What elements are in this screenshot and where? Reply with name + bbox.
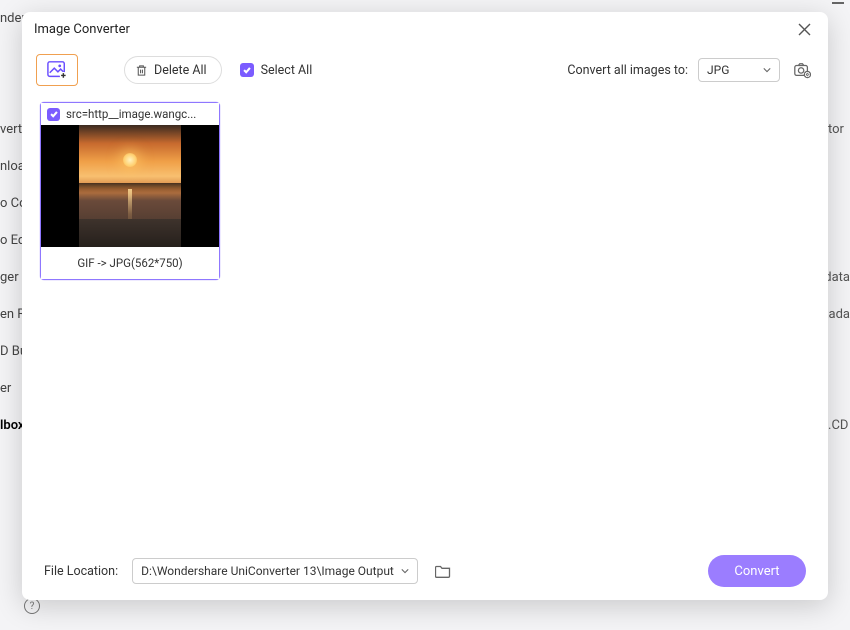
output-format-dropdown[interactable]: JPG — [698, 58, 780, 82]
modal-header: Image Converter — [22, 12, 828, 46]
image-filename: src=http__image.wangc... — [66, 107, 213, 121]
file-location-label: File Location: — [44, 564, 118, 579]
image-card[interactable]: src=http__image.wangc... GIF -> JPG(562*… — [40, 102, 220, 280]
close-button[interactable] — [792, 17, 816, 41]
help-icon[interactable]: ? — [24, 598, 40, 614]
delete-all-label: Delete All — [154, 63, 207, 78]
settings-button[interactable] — [790, 58, 814, 82]
modal-title: Image Converter — [34, 22, 792, 37]
trash-icon — [135, 64, 148, 77]
select-all-label: Select All — [261, 63, 313, 78]
image-checkbox[interactable] — [47, 108, 60, 121]
delete-all-button[interactable]: Delete All — [124, 56, 222, 84]
sunset-preview — [79, 125, 181, 247]
folder-icon — [435, 564, 451, 578]
convert-to-label: Convert all images to: — [567, 63, 688, 78]
select-all-checkbox[interactable]: Select All — [240, 63, 313, 78]
image-grid: src=http__image.wangc... GIF -> JPG(562*… — [22, 94, 828, 542]
file-location-dropdown[interactable]: D:\Wondershare UniConverter 13\Image Out… — [132, 558, 418, 584]
image-conversion-caption: GIF -> JPG(562*750) — [41, 247, 219, 279]
image-card-header: src=http__image.wangc... — [41, 103, 219, 125]
chevron-down-icon — [401, 567, 409, 575]
convert-button[interactable]: Convert — [708, 555, 806, 587]
image-converter-modal: Image Converter Delete All Select All — [22, 12, 828, 600]
add-image-icon — [46, 60, 68, 80]
convert-to-group: Convert all images to: JPG — [567, 58, 814, 82]
open-folder-button[interactable] — [432, 560, 454, 582]
chevron-down-icon — [763, 66, 771, 74]
checkbox-checked-icon — [240, 63, 254, 77]
camera-settings-icon — [793, 61, 811, 79]
toolbar: Delete All Select All Convert all images… — [22, 46, 828, 94]
output-format-value: JPG — [707, 63, 729, 77]
file-location-value: D:\Wondershare UniConverter 13\Image Out… — [141, 564, 394, 578]
add-image-button[interactable] — [36, 54, 78, 86]
minimize-icon[interactable] — [832, 2, 844, 4]
footer: File Location: D:\Wondershare UniConvert… — [22, 542, 828, 600]
image-thumbnail — [41, 125, 219, 247]
close-icon — [798, 23, 811, 36]
convert-button-label: Convert — [734, 564, 779, 579]
bg-right-text: tor dataetada CD. — [828, 0, 850, 630]
